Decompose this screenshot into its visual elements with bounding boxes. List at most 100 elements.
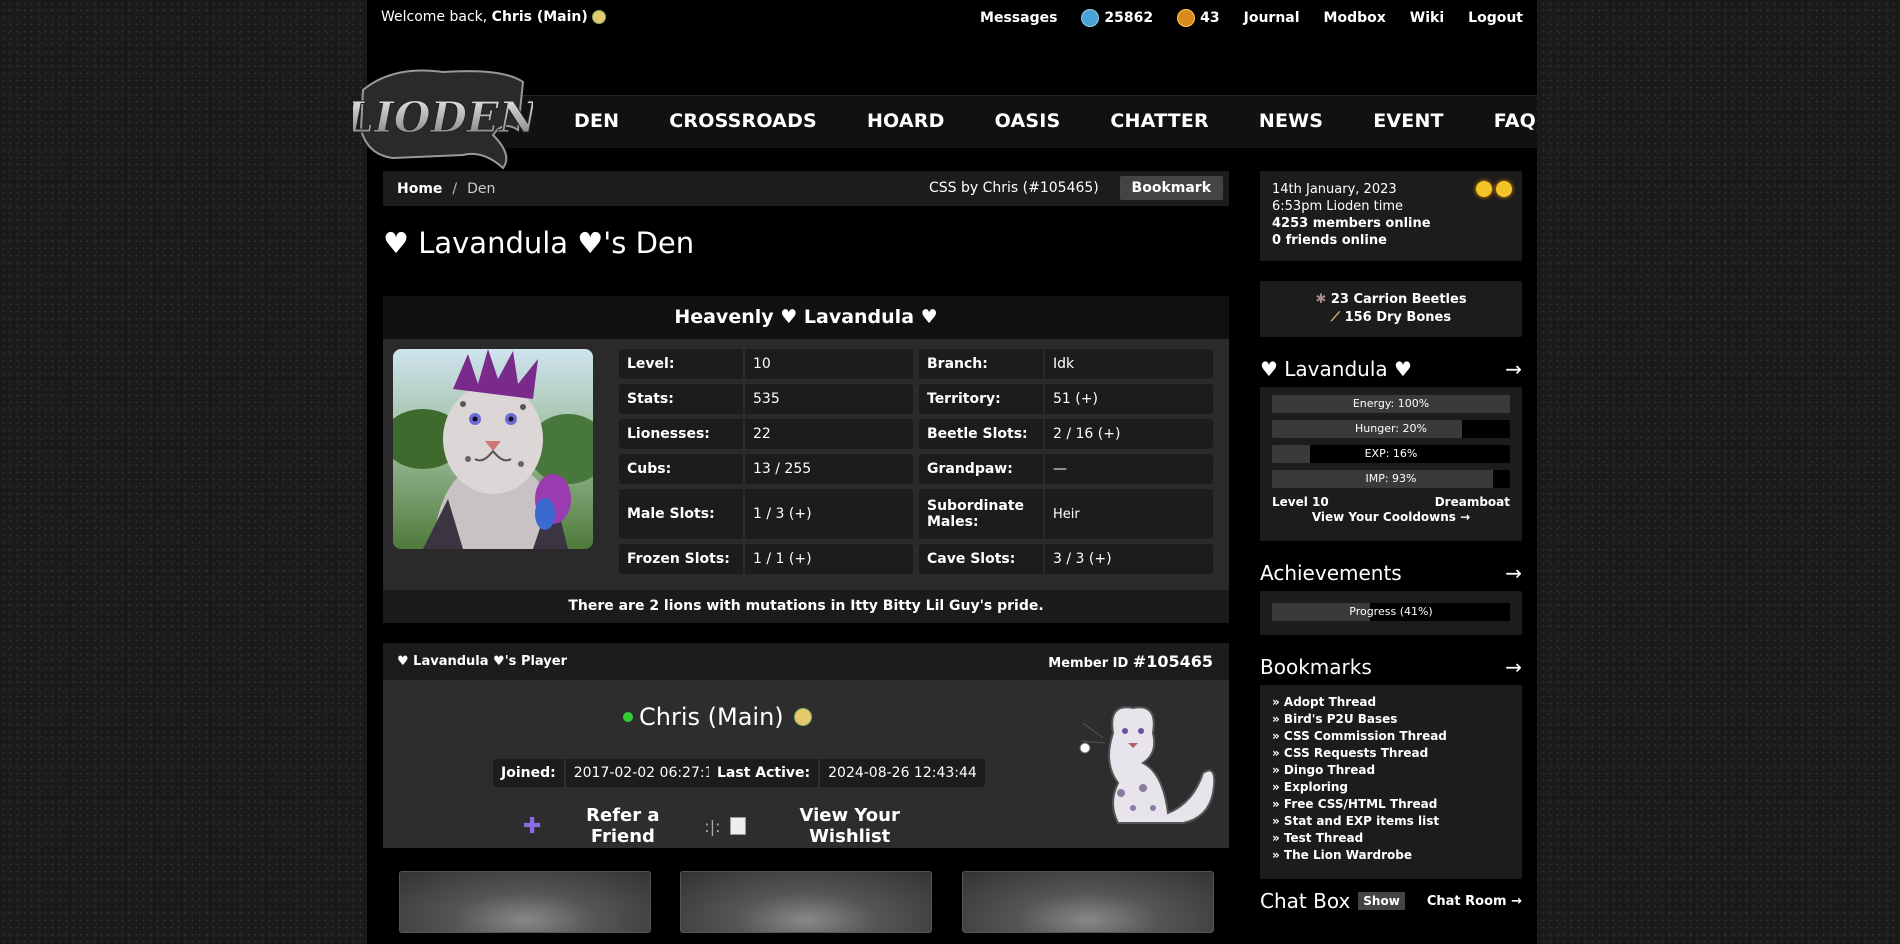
stat-branch: Branch: Idk [919,349,1213,379]
nav-chatter[interactable]: CHATTER [1110,110,1208,132]
page-title: ♥ Lavandula ♥'s Den [383,226,695,260]
stat-value[interactable]: 51 (+) [1045,391,1098,407]
bookmark-item[interactable]: » Test Thread [1272,830,1510,847]
sidebar-lion-name[interactable]: ♥ Lavandula ♥ [1260,357,1412,381]
gold-counter[interactable]: 43 [1177,9,1220,27]
player-name-text[interactable]: Chris (Main) [639,703,784,731]
player-avatar[interactable] [1073,693,1223,843]
bar-label: Energy: 100% [1352,397,1430,410]
bar-label: Progress (41%) [1349,605,1433,618]
stat-value: 22 [753,426,771,442]
lion-panel: Heavenly ♥ Lavandula ♥ Level: 10 Branch:… [383,296,1229,623]
stat-frozen-slots: Frozen Slots: 1 / 1 (+) [619,544,913,574]
stat-value[interactable]: 1 / 1 (+) [745,551,812,567]
welcome-username[interactable]: Chris (Main) [492,9,588,25]
player-panel: ♥ Lavandula ♥'s Player Member ID #105465… [383,643,1229,848]
bookmark-item[interactable]: » Adopt Thread [1272,694,1510,711]
lion-panel-body: Level: 10 Branch: Idk Stats: 535 Territory:… [383,339,1229,590]
bookmark-item[interactable]: » Stat and EXP items list [1272,813,1510,830]
stat-label: Male Slots: [619,489,745,539]
player-links: ✚ Refer a Friend :|: View Your Wishlist [523,805,943,847]
bookmark-item[interactable]: » Exploring [1272,779,1510,796]
stat-value[interactable]: Heir [1045,507,1080,522]
nav-event[interactable]: EVENT [1373,110,1444,132]
sun-icon [1496,181,1512,197]
nav-crossroads[interactable]: CROSSROADS [669,110,817,132]
bookmark-item[interactable]: » Dingo Thread [1272,762,1510,779]
stat-male-slots: Male Slots: 1 / 3 (+) [619,489,913,539]
arrow-right-icon[interactable]: → [1505,357,1522,381]
achievements-header[interactable]: Achievements → [1260,559,1522,587]
link-separator: :|: [704,816,721,836]
arrow-right-icon[interactable]: → [1505,561,1522,585]
bookmarks-title[interactable]: Bookmarks [1260,655,1372,679]
bookmarks-header[interactable]: Bookmarks → [1260,653,1522,681]
breadcrumb: Home / Den CSS by Chris (#105465) Bookma… [383,171,1229,206]
carrion-beetles-text: 23 Carrion Beetles [1330,292,1467,307]
friends-online[interactable]: 0 friends online [1272,232,1510,249]
css-credit[interactable]: CSS by Chris (#105465) [929,180,1099,196]
view-cooldowns-link[interactable]: View Your Cooldowns → [1272,510,1510,524]
messages-link[interactable]: Messages [980,9,1057,27]
refer-friend-link[interactable]: Refer a Friend [551,805,694,847]
resources-box: ✱ 23 Carrion Beetles ⟋ 156 Dry Bones [1260,281,1522,337]
level-row: Level 10 Dreamboat [1272,495,1510,509]
bookmark-item[interactable]: » CSS Requests Thread [1272,745,1510,762]
lioden-logo[interactable]: LIODEN [353,60,533,172]
gold-beetle-icon [1177,9,1196,27]
lion-status-header[interactable]: ♥ Lavandula ♥ → [1260,355,1522,383]
gallery-tile[interactable] [962,871,1214,933]
nav-oasis[interactable]: OASIS [995,110,1061,132]
logout-link[interactable]: Logout [1468,9,1523,27]
stats-row: Lionesses: 22 Beetle Slots: 2 / 16 (+) [619,419,1213,449]
lion-title: Dreamboat [1434,495,1510,509]
nav-news[interactable]: NEWS [1259,110,1323,132]
chat-room-link[interactable]: Chat Room → [1427,894,1522,909]
beetles-counter[interactable]: 25862 [1081,9,1153,27]
chat-show-button[interactable]: Show [1358,892,1405,910]
gallery-tile[interactable] [680,871,932,933]
nav-den[interactable]: DEN [574,110,619,132]
weather-icons [1476,181,1512,197]
chat-box-title: Chat Box [1260,889,1351,913]
stat-cave-slots: Cave Slots: 3 / 3 (+) [919,544,1213,574]
member-id-label: Member ID [1048,656,1133,671]
stat-value[interactable]: Idk [1045,356,1074,372]
arrow-right-icon[interactable]: → [1505,655,1522,679]
lion-name: Heavenly ♥ Lavandula ♥ [383,296,1229,339]
wiki-link[interactable]: Wiki [1410,9,1444,27]
breadcrumb-home[interactable]: Home [397,181,442,197]
journal-link[interactable]: Journal [1244,9,1300,27]
level-text: Level 10 [1272,495,1329,509]
online-status-icon [623,712,633,722]
bookmark-item[interactable]: » The Lion Wardrobe [1272,847,1510,864]
stat-label: Frozen Slots: [619,544,745,574]
top-links: Messages 25862 43 Journal Modbox Wiki Lo… [956,9,1523,27]
stat-value[interactable]: 1 / 3 (+) [745,506,812,522]
main-content: Home / Den CSS by Chris (#105465) Bookma… [383,171,1229,933]
stat-value[interactable]: 2 / 16 (+) [1045,426,1120,442]
achievements-title[interactable]: Achievements [1260,561,1402,585]
scroll-icon [730,817,747,835]
members-online[interactable]: 4253 members online [1272,215,1510,232]
player-label: ♥ Lavandula ♥'s Player [397,654,568,669]
sun-icon [1476,181,1492,197]
stat-value[interactable]: 3 / 3 (+) [1045,551,1112,567]
bookmark-button[interactable]: Bookmark [1119,176,1223,200]
main-nav: DEN CROSSROADS HOARD OASIS CHATTER NEWS … [574,95,1586,147]
stats-row: Cubs: 13 / 255 Grandpaw: — [619,454,1213,484]
stat-label: Stats: [619,384,745,414]
lion-portrait[interactable] [393,349,593,549]
wishlist-link[interactable]: View Your Wishlist [756,805,943,847]
nav-faq[interactable]: FAQ [1494,110,1536,132]
welcome-prefix: Welcome back, [381,9,492,25]
gallery-tile[interactable] [399,871,651,933]
bookmark-item[interactable]: » CSS Commission Thread [1272,728,1510,745]
modbox-link[interactable]: Modbox [1324,9,1386,27]
nav-hoard[interactable]: HOARD [867,110,945,132]
bookmark-item[interactable]: » Free CSS/HTML Thread [1272,796,1510,813]
stat-label: Beetle Slots: [919,419,1045,449]
bookmark-item[interactable]: » Bird's P2U Bases [1272,711,1510,728]
bar-label: Hunger: 20% [1355,422,1427,435]
lioden-time: 6:53pm Lioden time [1272,199,1404,214]
